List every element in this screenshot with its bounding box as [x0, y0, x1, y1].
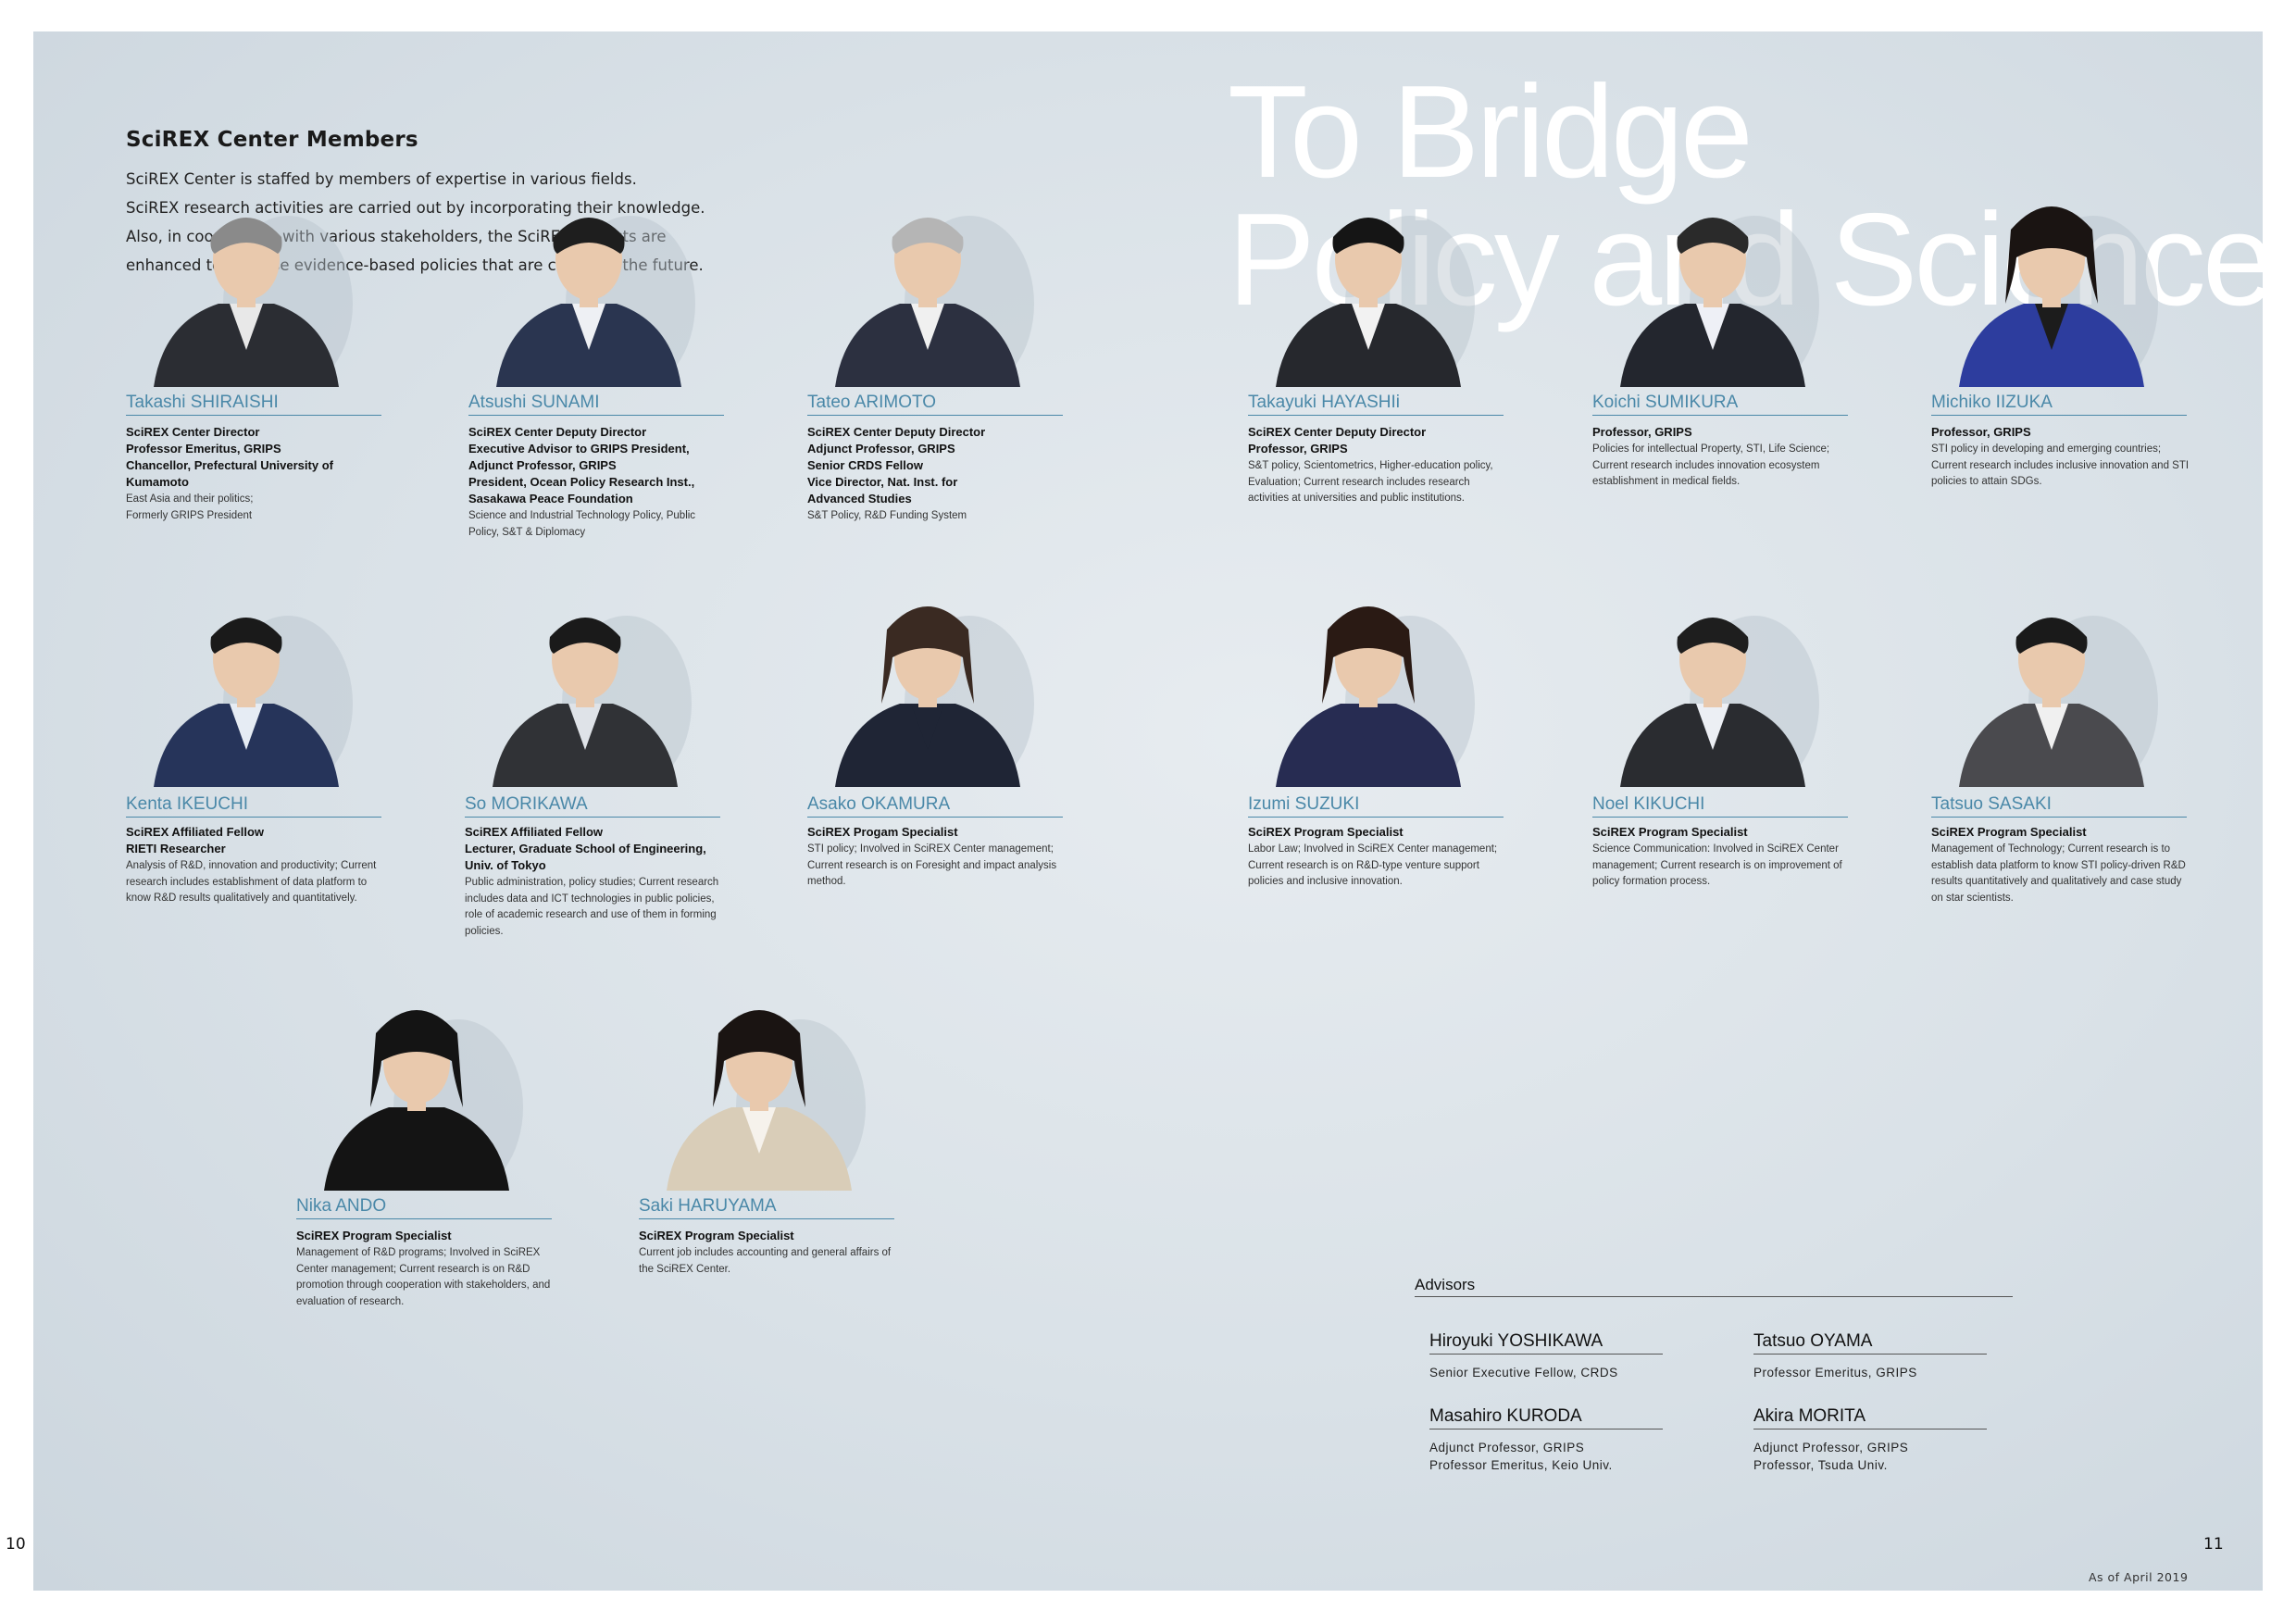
advisor-name: Tatsuo OYAMA — [1753, 1331, 1987, 1355]
member-portrait — [296, 968, 537, 1191]
page-number-right: 11 — [2203, 1535, 2224, 1554]
member-role: SciREX Program Specialist — [296, 1229, 452, 1242]
member-role: SciREX Affiliated Fellow Lecturer, Gradu… — [465, 825, 706, 872]
member-portrait — [1931, 565, 2172, 787]
member-description: Analysis of R&D, innovation and producti… — [126, 860, 377, 904]
member-role: SciREX Program Specialist — [1248, 825, 1404, 839]
member-name: Tateo ARIMOTO — [807, 393, 1063, 416]
member-portrait — [1592, 165, 1833, 387]
member-name: Nika ANDO — [296, 1196, 552, 1219]
member-name: Michiko IIZUKA — [1931, 393, 2187, 416]
member-role: SciREX Center Director Professor Emeritu… — [126, 425, 333, 489]
member-role: SciREX Center Deputy Director Executive … — [468, 425, 695, 506]
member-name: Tatsuo SASAKI — [1931, 794, 2187, 818]
member-portrait — [1931, 165, 2172, 387]
member-description: Labor Law; Involved in SciREX Center man… — [1248, 843, 1498, 887]
advisor-role: Adjunct Professor, GRIPS Professor, Tsud… — [1753, 1441, 1909, 1472]
member-description: Science and Industrial Technology Policy… — [468, 510, 696, 538]
member-role: SciREX Progam Specialist — [807, 825, 958, 839]
member-name: Atsushi SUNAMI — [468, 393, 724, 416]
member-portrait — [1248, 565, 1489, 787]
member-portrait — [126, 565, 367, 787]
member-portrait — [468, 165, 709, 387]
member-name: Saki HARUYAMA — [639, 1196, 894, 1219]
advisor-card: Hiroyuki YOSHIKAWA Senior Executive Fell… — [1429, 1331, 1670, 1381]
member-role: SciREX Program Specialist — [1931, 825, 2087, 839]
member-description: Public administration, policy studies; C… — [465, 877, 719, 937]
advisor-role: Senior Executive Fellow, CRDS — [1429, 1366, 1618, 1380]
member-name: Takashi SHIRAISHI — [126, 393, 381, 416]
advisor-name: Hiroyuki YOSHIKAWA — [1429, 1331, 1663, 1355]
member-name: Noel KIKUCHI — [1592, 794, 1848, 818]
advisor-role: Professor Emeritus, GRIPS — [1753, 1366, 1917, 1380]
member-role: SciREX Program Specialist — [639, 1229, 794, 1242]
as-of-date: As of April 2019 — [2089, 1570, 2189, 1584]
member-description: STI policy; Involved in SciREX Center ma… — [807, 843, 1057, 887]
brochure-spread: SciREX Center Members SciREX Center is s… — [33, 31, 2263, 1591]
member-name: Izumi SUZUKI — [1248, 794, 1504, 818]
member-description: S&T policy, Scientometrics, Higher-educa… — [1248, 460, 1493, 504]
member-role: Professor, GRIPS — [1931, 425, 2031, 439]
member-name: So MORIKAWA — [465, 794, 720, 818]
member-description: STI policy in developing and emerging co… — [1931, 443, 2190, 487]
member-name: Kenta IKEUCHI — [126, 794, 381, 818]
advisor-card: Akira MORITA Adjunct Professor, GRIPS Pr… — [1753, 1406, 1994, 1474]
section-title: SciREX Center Members — [126, 128, 418, 152]
member-role: SciREX Affiliated Fellow RIETI Researche… — [126, 825, 265, 855]
member-name: Asako OKAMURA — [807, 794, 1063, 818]
page-number-left: 10 — [6, 1535, 26, 1554]
member-description: Policies for intellectual Property, STI,… — [1592, 443, 1830, 487]
advisor-card: Masahiro KURODA Adjunct Professor, GRIPS… — [1429, 1406, 1670, 1474]
advisor-name: Masahiro KURODA — [1429, 1406, 1663, 1429]
member-name: Takayuki HAYASHIi — [1248, 393, 1504, 416]
member-description: East Asia and their politics; Formerly G… — [126, 493, 254, 521]
advisor-name: Akira MORITA — [1753, 1406, 1987, 1429]
member-portrait — [465, 565, 705, 787]
member-description: Current job includes accounting and gene… — [639, 1247, 892, 1275]
member-description: Management of Technology; Current resear… — [1931, 843, 2186, 904]
member-name: Koichi SUMIKURA — [1592, 393, 1848, 416]
member-portrait — [639, 968, 880, 1191]
member-description: S&T Policy, R&D Funding System — [807, 510, 967, 521]
member-portrait — [1248, 165, 1489, 387]
member-portrait — [807, 565, 1048, 787]
advisor-role: Adjunct Professor, GRIPS Professor Emeri… — [1429, 1441, 1613, 1472]
member-role: SciREX Program Specialist — [1592, 825, 1748, 839]
member-portrait — [1592, 565, 1833, 787]
advisor-card: Tatsuo OYAMA Professor Emeritus, GRIPS — [1753, 1331, 1994, 1381]
member-role: Professor, GRIPS — [1592, 425, 1692, 439]
member-role: SciREX Center Deputy Director Adjunct Pr… — [807, 425, 986, 506]
member-portrait — [807, 165, 1048, 387]
member-description: Management of R&D programs; Involved in … — [296, 1247, 551, 1307]
member-role: SciREX Center Deputy Director Professor,… — [1248, 425, 1427, 456]
member-description: Science Communication: Involved in SciRE… — [1592, 843, 1842, 887]
advisors-title: Advisors — [1415, 1276, 2013, 1297]
member-portrait — [126, 165, 367, 387]
